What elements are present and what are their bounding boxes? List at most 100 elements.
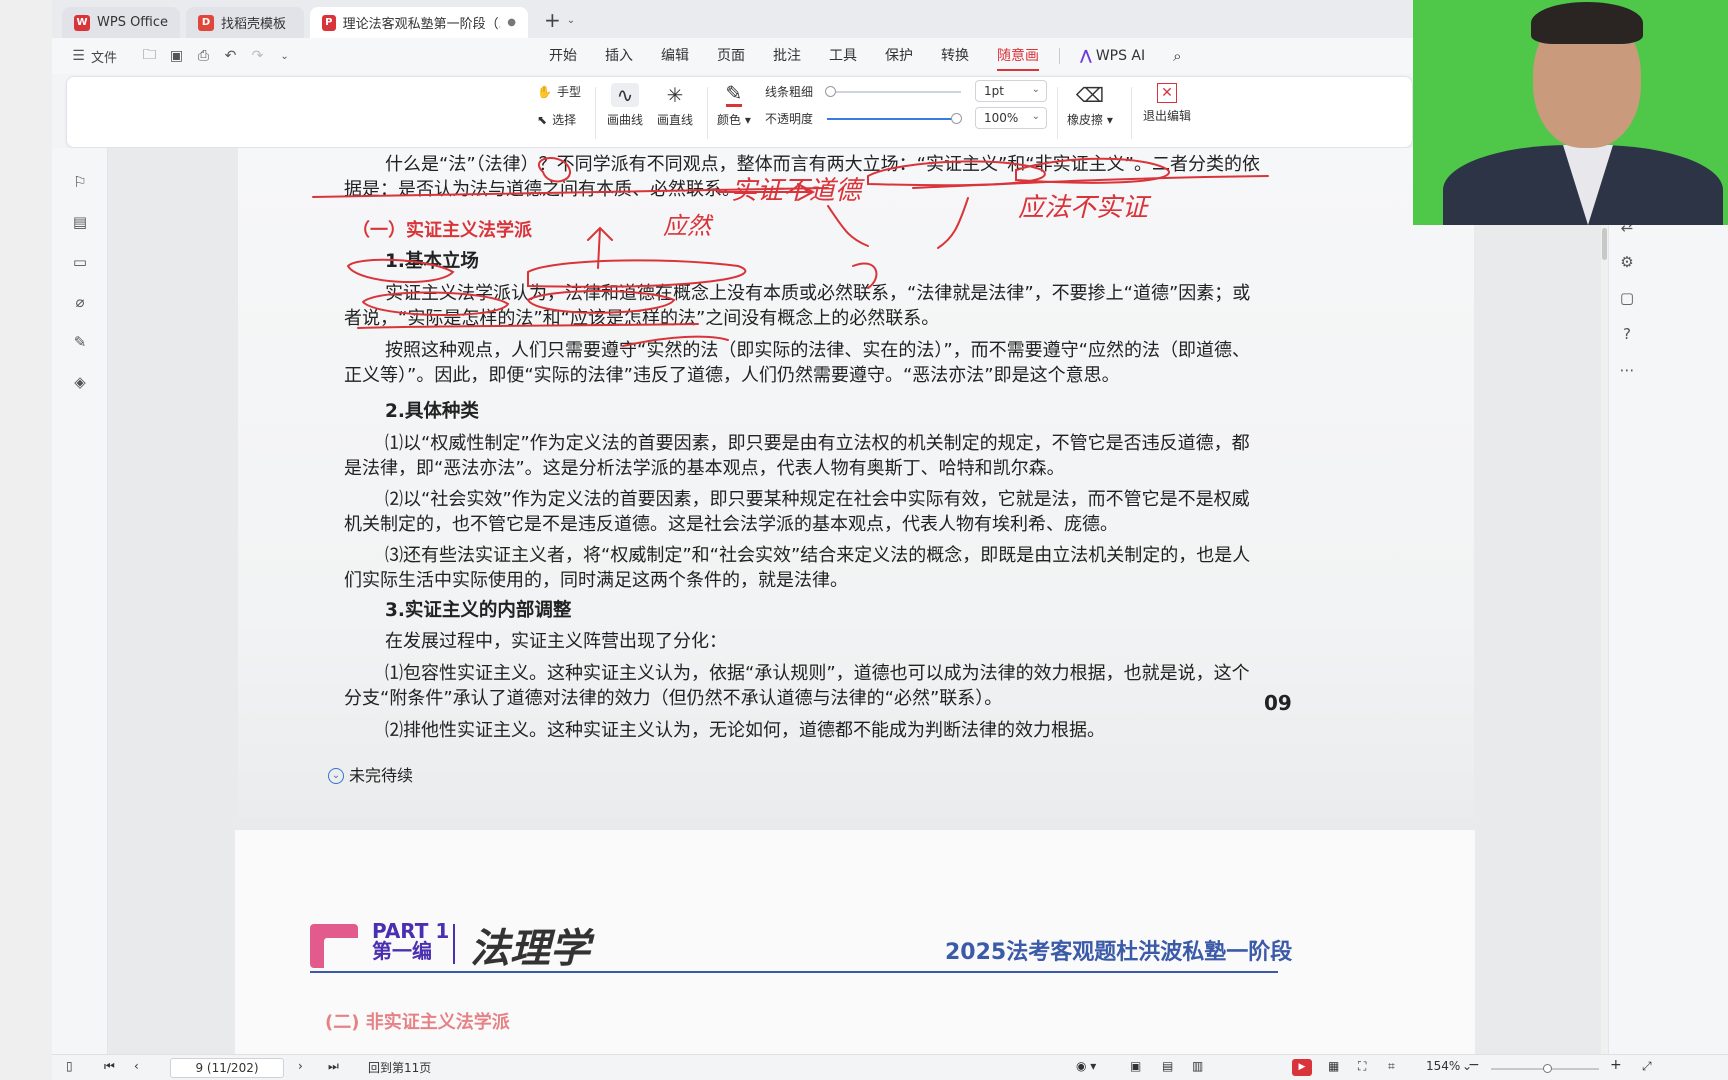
right-sidebar: ⇄ ⚙ ▢ ? ⋯: [1608, 217, 1728, 1054]
width-value: 1pt: [984, 84, 1004, 98]
menu-edit[interactable]: 编辑: [647, 38, 703, 74]
file-menu[interactable]: 文件: [91, 47, 117, 66]
doc-line: ⑴以“权威性制定”作为定义法的首要因素，即只要是由有立法权的机关制定的规定，不管…: [385, 433, 1250, 454]
menu-tools[interactable]: 工具: [815, 38, 871, 74]
presenter-hair: [1531, 2, 1643, 44]
next-heading: (二) 非实证主义法学派: [325, 1012, 510, 1033]
add-tab-icon[interactable]: +: [534, 8, 567, 38]
open-folder-icon[interactable]: 🗀: [141, 47, 158, 65]
opacity-slider[interactable]: [827, 113, 962, 124]
slider-knob[interactable]: [951, 113, 962, 124]
redo-icon[interactable]: ↷: [249, 48, 266, 65]
two-page-icon[interactable]: ▥: [1192, 1059, 1203, 1073]
layers-icon[interactable]: ◈: [70, 372, 90, 392]
prev-page-icon[interactable]: ‹: [134, 1059, 139, 1073]
hand-label: 手型: [556, 85, 581, 99]
menu-insert[interactable]: 插入: [591, 38, 647, 74]
book-icon[interactable]: ▢: [1609, 289, 1645, 307]
menu-comment[interactable]: 批注: [759, 38, 815, 74]
search-icon[interactable]: ⌕: [1159, 38, 1195, 74]
draw-curve-tool[interactable]: ∿ 画曲线: [607, 83, 643, 128]
left-sidebar: ⚐ ▤ ▭ ⌀ ✎ ◈: [52, 148, 108, 1054]
color-label-wrap: 颜色 ▾: [717, 113, 751, 127]
minus-icon[interactable]: −: [1468, 1057, 1480, 1073]
help-icon[interactable]: ?: [1609, 325, 1645, 343]
bookmark-icon[interactable]: ⚐: [70, 172, 90, 192]
document-viewport[interactable]: 什么是“法”（法律）？不同学派有不同观点，整体而言有两大立场：“实证主义”和“非…: [108, 148, 1601, 1054]
menu-divider: [1059, 48, 1060, 64]
last-page-icon[interactable]: ⏭: [328, 1059, 339, 1074]
to-be-continued: ⌄ 未完待续: [328, 763, 413, 788]
eraser-label: 橡皮擦: [1067, 113, 1104, 127]
eraser-tool[interactable]: ⌫ 橡皮擦 ▾: [1067, 83, 1113, 128]
hand-icon: ✋: [537, 84, 552, 99]
zoom-value[interactable]: 154%: [1426, 1059, 1460, 1073]
slider-fill: [827, 118, 955, 120]
doc-line: ⑵以“社会实效”作为定义法的首要因素，即只要某种规定在社会中实际有效，它就是法，…: [385, 489, 1250, 510]
menu-protect[interactable]: 保护: [871, 38, 927, 74]
menu-freehand[interactable]: 随意画: [983, 38, 1053, 74]
opacity-select[interactable]: 100% ⌄: [975, 107, 1047, 129]
menu-page[interactable]: 页面: [703, 38, 759, 74]
save-icon[interactable]: ▣: [168, 48, 185, 65]
chevron-down-icon: ⌄: [1031, 84, 1040, 95]
select-tool[interactable]: ⬉ 选择: [537, 111, 576, 128]
undo-icon[interactable]: ↶: [222, 48, 239, 65]
zoom-knob[interactable]: [1543, 1064, 1552, 1073]
menu-convert[interactable]: 转换: [927, 38, 983, 74]
eraser-label-wrap: 橡皮擦 ▾: [1067, 113, 1113, 127]
doc-line: 实证主义法学派认为，法律和道德在概念上没有本质或必然联系，“法律就是法律”，不要…: [385, 283, 1251, 304]
signature-icon[interactable]: ✎: [70, 332, 90, 352]
tab-template[interactable]: D 找稻壳模板: [186, 7, 305, 38]
title-bar: W WPS Office D 找稻壳模板 P 理论法客观私塾第一阶段（3.29 …: [52, 0, 1413, 38]
color-label: 颜色: [717, 113, 742, 127]
menu-wps-ai[interactable]: ⋀ WPS AI: [1066, 38, 1159, 74]
fullscreen-icon[interactable]: ⤢: [1642, 1059, 1652, 1074]
back-to-page-link[interactable]: 回到第11页: [368, 1059, 431, 1076]
page-number: 09: [1264, 691, 1292, 715]
exit-edit-button[interactable]: ✕ 退出编辑: [1143, 83, 1191, 124]
print-icon[interactable]: ⎙: [195, 48, 212, 65]
width-select[interactable]: 1pt ⌄: [975, 80, 1047, 102]
first-page-icon[interactable]: ⏮: [104, 1059, 115, 1074]
settings-sliders-icon[interactable]: ⚙: [1609, 253, 1645, 271]
crop-icon[interactable]: ⌗: [1388, 1059, 1395, 1074]
sidebar-toggle-icon[interactable]: ▯: [66, 1059, 73, 1073]
fit-icon[interactable]: ⛶: [1358, 1059, 1366, 1074]
curve-label: 画曲线: [607, 113, 644, 127]
hand-tool[interactable]: ✋ 手型: [537, 83, 581, 100]
continuous-icon[interactable]: ▤: [1162, 1059, 1173, 1073]
doc-line: 是法律，即“恶法亦法”。这是分析法学派的基本观点，代表人物有奥斯丁、哈特和凯尔森…: [344, 458, 1065, 479]
zoom-in-icon[interactable]: +: [1610, 1057, 1622, 1073]
width-slider[interactable]: [825, 86, 961, 97]
page-input[interactable]: 9 (11/202): [170, 1058, 284, 1078]
chevron-down-icon[interactable]: ⌄: [567, 15, 575, 38]
chevron-down-icon[interactable]: ⌄: [276, 48, 293, 65]
next-page-icon[interactable]: ›: [298, 1059, 303, 1073]
doc-line: 分支“附条件”承认了道德对法律的效力（但仍然不承认道德与法律的“必然”联系）。: [344, 688, 1003, 709]
toolbar-divider: [1057, 87, 1058, 139]
draw-line-tool[interactable]: ✳ 画直线: [657, 83, 693, 128]
tab-wps-office[interactable]: W WPS Office: [62, 7, 181, 38]
play-icon[interactable]: ▶: [1292, 1059, 1312, 1076]
attachment-icon[interactable]: ⌀: [70, 292, 90, 312]
part-title: 法理学: [470, 926, 590, 972]
scroll-thumb[interactable]: [1602, 228, 1607, 260]
slider-knob[interactable]: [825, 86, 836, 97]
zoom-slider[interactable]: [1491, 1064, 1599, 1073]
comment-icon[interactable]: ▭: [70, 252, 90, 272]
thumbnail-icon[interactable]: ▤: [70, 212, 90, 232]
hamburger-icon[interactable]: ☰: [70, 48, 87, 65]
more-icon[interactable]: ⋯: [1609, 361, 1645, 379]
eraser-icon: ⌫: [1075, 83, 1105, 107]
close-icon[interactable]: ●: [507, 17, 516, 28]
color-tool[interactable]: ✎ 颜色 ▾: [717, 83, 751, 128]
single-page-icon[interactable]: ▣: [1130, 1059, 1141, 1073]
menu-start[interactable]: 开始: [535, 38, 591, 74]
vertical-scrollbar[interactable]: [1601, 225, 1608, 1054]
tab-label: 找稻壳模板: [221, 17, 287, 32]
book-view-icon[interactable]: ▦: [1328, 1059, 1339, 1073]
part-cn: 第一编: [372, 939, 432, 963]
tab-document[interactable]: P 理论法客观私塾第一阶段（3.29 ●: [310, 7, 529, 38]
eye-icon[interactable]: ◉ ▾: [1076, 1059, 1096, 1073]
